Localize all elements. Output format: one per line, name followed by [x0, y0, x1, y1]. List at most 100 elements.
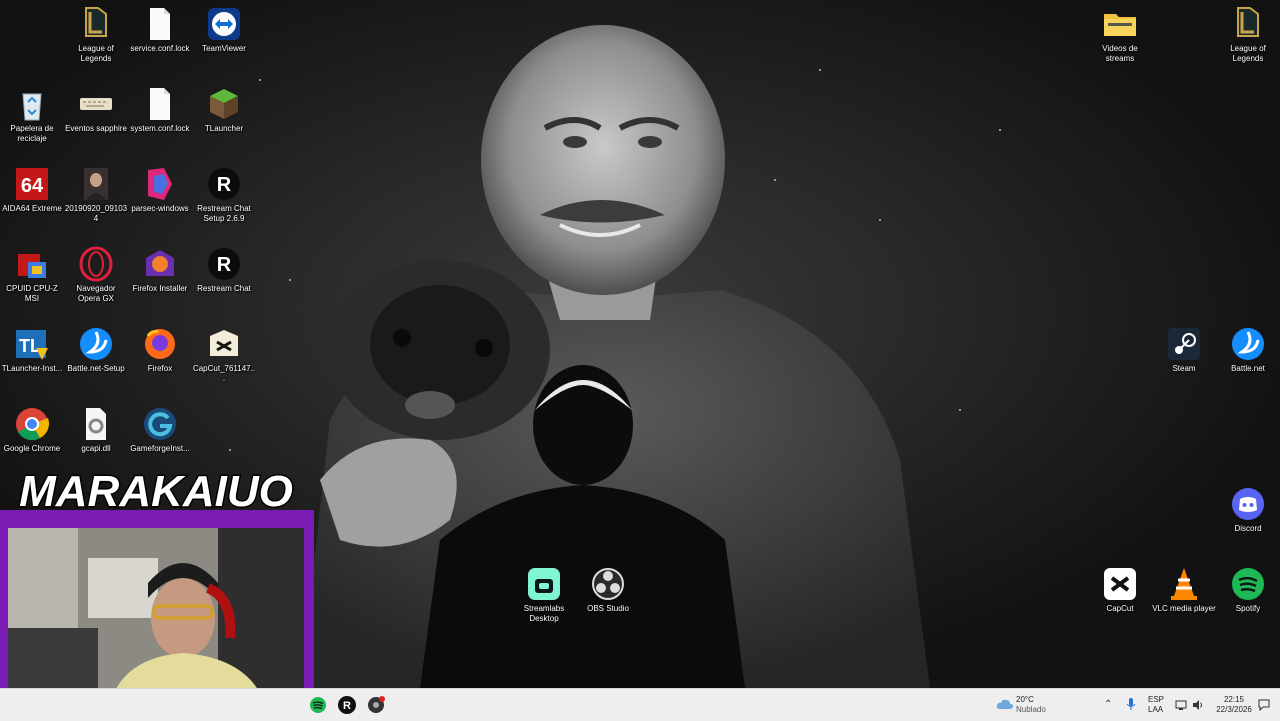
firefox-icon	[142, 326, 178, 362]
desktop-icon-steam[interactable]: Steam	[1152, 322, 1216, 402]
desktop-icon-label: Battle.net-Setup	[67, 364, 125, 373]
desktop-icon-label: service.conf.lock	[130, 44, 190, 53]
desktop-icon-lol-left[interactable]: League of Legends	[64, 2, 128, 82]
desktop-icon-vlc[interactable]: VLC media player	[1152, 562, 1216, 642]
spotify-icon	[1230, 566, 1266, 602]
desktop-icon-capcut[interactable]: CapCut	[1088, 562, 1152, 642]
capcut-icon	[1102, 566, 1138, 602]
desktop-icon-photo[interactable]: 20190920_091034	[64, 162, 128, 242]
svg-text:64: 64	[21, 175, 44, 197]
desktop-icon-label: Firefox Installer	[132, 284, 188, 293]
discord-icon	[1230, 486, 1266, 522]
language-layout: LAA	[1148, 705, 1164, 714]
taskbar-restream[interactable]: R	[337, 695, 357, 715]
desktop-icon-label: GameforgeInst...	[130, 444, 190, 453]
desktop-icon-label: Spotify	[1235, 604, 1261, 613]
desktop-icon-parsec[interactable]: parsec-windows	[128, 162, 192, 242]
desktop-icon-tlauncher[interactable]: TLauncher	[192, 82, 256, 162]
clock-time[interactable]: 22:15	[1214, 695, 1254, 705]
taskbar-obs[interactable]	[366, 695, 386, 715]
cloud-icon	[996, 699, 1014, 709]
desktop-icon-label: parsec-windows	[131, 204, 189, 213]
opera-gx-icon	[78, 246, 114, 282]
restream-icon: R	[206, 166, 242, 202]
desktop-icon-label: VLC media player	[1152, 604, 1216, 613]
desktop-icon-opera[interactable]: Navegador Opera GX	[64, 242, 128, 322]
league-of-legends-icon	[78, 6, 114, 42]
steam-icon	[1166, 326, 1202, 362]
desktop-icon-label: Discord	[1234, 524, 1262, 533]
desktop-icon-label: CapCut	[1106, 604, 1134, 613]
streamer-logo: MARAKAIUO	[6, 458, 306, 520]
webcam-feed	[8, 528, 304, 712]
desktop-icon-label: CapCut_761147...	[192, 364, 256, 383]
photo-thumbnail-icon	[78, 166, 114, 202]
svg-text:R: R	[217, 174, 232, 196]
desktop-icon-battlenet-setup[interactable]: Battle.net-Setup	[64, 322, 128, 402]
chrome-icon	[14, 406, 50, 442]
desktop-icon-firefox[interactable]: Firefox	[128, 322, 192, 402]
desktop-icon-obs[interactable]: OBS Studio	[576, 562, 640, 642]
league-of-legends-icon	[1230, 6, 1266, 42]
dll-file-icon	[78, 406, 114, 442]
folder-icon	[1102, 6, 1138, 42]
spotify-icon	[310, 697, 326, 713]
taskbar-spotify[interactable]	[308, 695, 328, 715]
desktop-icon-label: AIDA64 Extreme	[2, 204, 62, 213]
desktop-icon-label: Eventos sapphire	[65, 124, 127, 133]
gameforge-icon	[142, 406, 178, 442]
battlenet-icon	[78, 326, 114, 362]
desktop-icon-tlauncher-inst[interactable]: TL TLauncher-Inst...	[0, 322, 64, 402]
svg-text:R: R	[217, 254, 232, 276]
desktop-icon-battlenet[interactable]: Battle.net	[1216, 322, 1280, 402]
teamviewer-icon	[206, 6, 242, 42]
desktop-icon-recycle[interactable]: Papelera de reciclaje	[0, 82, 64, 162]
desktop-icon-streamlabs[interactable]: Streamlabs Desktop	[512, 562, 576, 642]
desktop-icon-aida64[interactable]: 64 AIDA64 Extreme	[0, 162, 64, 242]
desktop-icon-label: OBS Studio	[587, 604, 629, 613]
desktop-icon-label: Battle.net	[1231, 364, 1265, 373]
keyboard-icon	[78, 86, 114, 122]
desktop-icon-cpuz[interactable]: CPUID CPU-Z MSI	[0, 242, 64, 322]
desktop-icon-service-conf[interactable]: service.conf.lock	[128, 2, 192, 82]
notifications-icon[interactable]	[1258, 698, 1270, 716]
battlenet-icon	[1230, 326, 1266, 362]
file-icon	[142, 86, 178, 122]
parsec-icon	[142, 166, 178, 202]
desktop-icon-label: Navegador Opera GX	[76, 284, 116, 303]
weather-widget[interactable]	[996, 697, 1014, 711]
desktop-icon-label: TLauncher	[204, 124, 244, 133]
desktop-icon-eventos[interactable]: Eventos sapphire	[64, 82, 128, 162]
language-code[interactable]: ESP	[1148, 695, 1164, 705]
streamer-name: MARAKAIUO	[19, 467, 293, 516]
desktop-icon-restream-setup[interactable]: R Restream Chat Setup 2.6.9	[192, 162, 256, 242]
weather-temp: 20°C	[1016, 695, 1034, 704]
clock-date[interactable]: 22/3/2026	[1210, 705, 1258, 715]
desktop-icon-firefox-installer[interactable]: Firefox Installer	[128, 242, 192, 322]
desktop-icon-teamviewer[interactable]: TeamViewer	[192, 2, 256, 82]
desktop-icon-lol-right[interactable]: League of Legends	[1216, 2, 1280, 82]
desktop-icon-restream-chat[interactable]: R Restream Chat	[192, 242, 256, 322]
tray-overflow-chevron-up-icon[interactable]: ⌃	[1104, 699, 1112, 710]
desktop-icon-spotify[interactable]: Spotify	[1216, 562, 1280, 642]
desktop-icon-capcut-inst[interactable]: CapCut_761147...	[192, 322, 256, 402]
desktop-icon-label: Videos de streams	[1102, 44, 1138, 63]
desktop-icon-videos-streams[interactable]: Videos de streams	[1088, 2, 1152, 82]
microphone-icon[interactable]	[1126, 697, 1136, 716]
desktop-icon-system-conf[interactable]: system.conf.lock	[128, 82, 192, 162]
desktop-icon-discord[interactable]: Discord	[1216, 482, 1280, 562]
desktop-icon-label: Firefox	[147, 364, 173, 373]
aida64-icon: 64	[14, 166, 50, 202]
desktop-icon-label: gcapi.dll	[81, 444, 111, 453]
vlc-icon	[1166, 566, 1202, 602]
capcut-installer-icon	[206, 326, 242, 362]
desktop-icon-label: system.conf.lock	[130, 124, 190, 133]
desktop-icon-label: Restream Chat	[197, 284, 251, 293]
network-icon[interactable]	[1175, 698, 1187, 716]
desktop-icon-label: Steam	[1172, 364, 1196, 373]
volume-icon[interactable]	[1192, 698, 1204, 716]
desktop-icon-label: League of Legends	[78, 44, 114, 63]
desktop-icon-label: Google Chrome	[3, 444, 61, 453]
restream-icon: R	[338, 696, 356, 714]
desktop-icon-label: TLauncher-Inst...	[1, 364, 63, 373]
